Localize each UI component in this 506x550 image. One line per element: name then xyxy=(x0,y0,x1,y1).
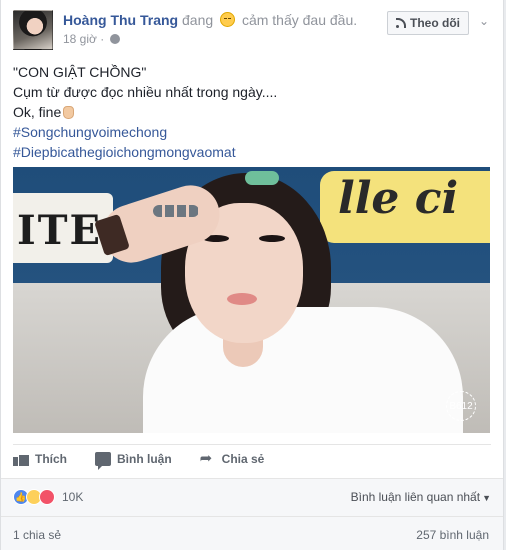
post-photo[interactable]: ITE lle ci B612 xyxy=(13,167,490,433)
rss-icon xyxy=(396,18,406,28)
reaction-count[interactable]: 10K xyxy=(62,490,83,504)
reaction-summary[interactable]: 10K xyxy=(13,489,83,505)
caret-down-icon: ▼ xyxy=(482,493,491,503)
comment-sort-dropdown[interactable]: Bình luận liên quan nhất ▼ xyxy=(351,490,491,504)
post-line-ok: Ok, fine xyxy=(13,102,491,122)
feeling-prefix: đang xyxy=(182,12,214,28)
sign-right-text: lle ci xyxy=(338,173,459,224)
author-avatar[interactable] xyxy=(13,10,53,50)
chevron-down-icon[interactable]: ⌄ xyxy=(479,14,493,28)
author-name[interactable]: Hoàng Thu Trang xyxy=(63,12,178,28)
reactions-bar: 10K Bình luận liên quan nhất▼ xyxy=(1,478,503,516)
ok-text: Ok, fine xyxy=(13,104,62,120)
feeling-emoji-icon xyxy=(220,12,236,27)
follow-button[interactable]: Theo dõi xyxy=(387,11,469,35)
love-reaction-icon xyxy=(39,489,55,505)
post-text: "CON GIẬT CHỒNG" Cụm từ được đọc nhiều n… xyxy=(13,62,491,162)
post-meta: 18 giờ · xyxy=(63,32,120,46)
photo-nails xyxy=(153,205,199,217)
photo-sign-right: lle ci xyxy=(320,171,490,243)
comment-count[interactable]: 257 bình luận xyxy=(416,528,489,542)
share-count[interactable]: 1 chia sẻ xyxy=(13,528,61,542)
post-time[interactable]: 18 giờ xyxy=(63,32,97,46)
follow-label: Theo dõi xyxy=(410,16,460,30)
comment-label: Bình luận xyxy=(117,452,172,466)
hashtag-link[interactable]: #Diepbicathegioichongmongvaomat xyxy=(13,142,491,162)
share-button[interactable]: Chia sẻ xyxy=(200,449,265,467)
like-label: Thích xyxy=(35,452,67,466)
photo-watermark: B612 xyxy=(446,391,476,421)
photo-lips xyxy=(227,293,257,305)
post-actions: Thích Bình luận Chia sẻ xyxy=(13,444,491,478)
share-label: Chia sẻ xyxy=(221,452,265,466)
ok-hand-icon xyxy=(63,106,75,119)
sign-left-text: ITE xyxy=(17,207,102,254)
photo-eye xyxy=(259,235,285,242)
comment-icon xyxy=(95,452,111,470)
photo-bow xyxy=(245,171,279,185)
post-line-title: "CON GIẬT CHỒNG" xyxy=(13,64,147,80)
post-line-caption: Cụm từ được đọc nhiều nhất trong ngày...… xyxy=(13,84,278,100)
feeling-text[interactable]: cảm thấy đau đầu. xyxy=(242,12,357,28)
post-footer: 1 chia sẻ 257 bình luận xyxy=(1,516,503,550)
author-line: Hoàng Thu Trang đang cảm thấy đau đầu. xyxy=(63,12,357,28)
hashtag-link[interactable]: #Songchungvoimechong xyxy=(13,122,491,142)
share-arrow-icon xyxy=(200,449,216,467)
post-card: Hoàng Thu Trang đang cảm thấy đau đầu. 1… xyxy=(0,0,504,550)
globe-icon[interactable] xyxy=(109,34,120,44)
photo-shirt xyxy=(143,307,463,433)
post-header: Hoàng Thu Trang đang cảm thấy đau đầu. 1… xyxy=(13,10,493,52)
comment-button[interactable]: Bình luận xyxy=(95,452,172,470)
thumbs-up-icon xyxy=(13,452,29,466)
comment-sort-label: Bình luận liên quan nhất xyxy=(350,490,481,504)
like-button[interactable]: Thích xyxy=(13,452,67,466)
